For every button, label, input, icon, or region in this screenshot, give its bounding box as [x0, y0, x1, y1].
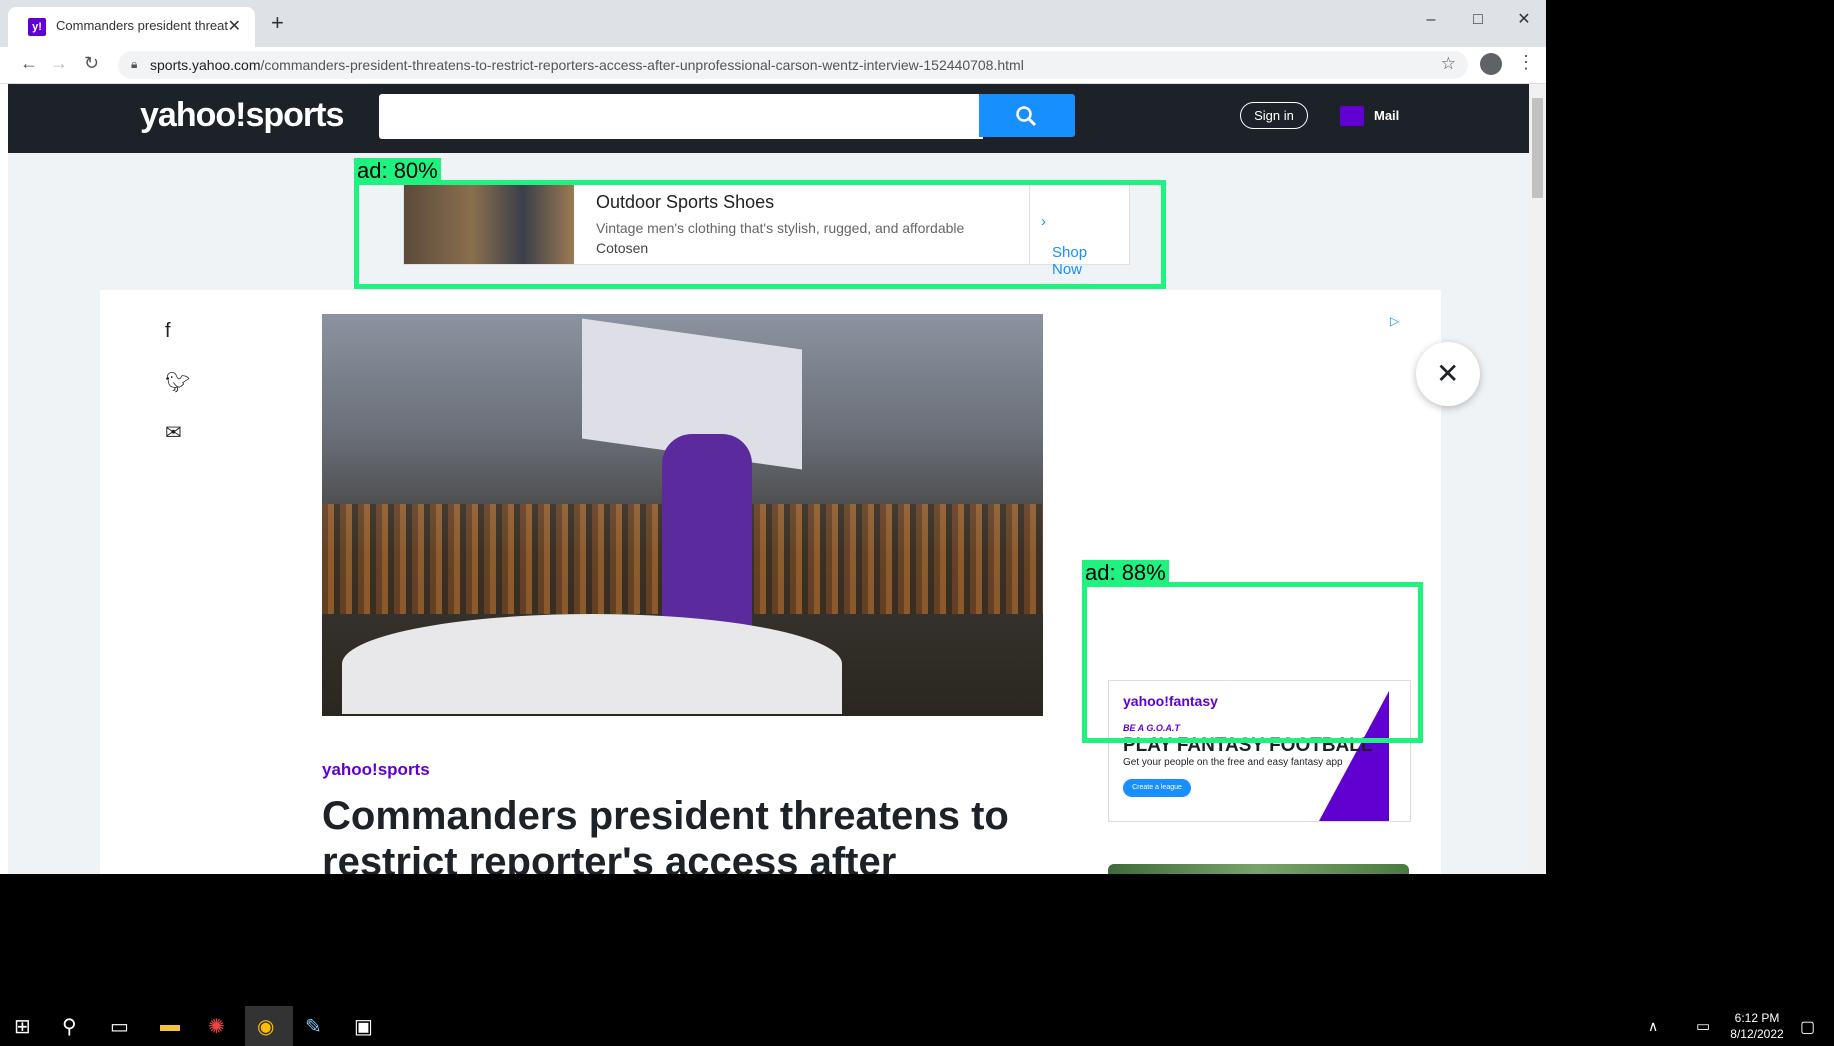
ad-detection-label-top: ad: 80%: [354, 158, 441, 184]
article-headline: Commanders president threatens to restri…: [322, 794, 1009, 874]
tab-strip: y! Commanders president threaten ✕ + – □…: [0, 0, 1546, 47]
site-header: yahoo!sports Sign in Mail: [8, 84, 1529, 153]
windows-start-icon[interactable]: ⊞: [14, 1014, 31, 1039]
twitter-icon[interactable]: 🐦︎: [165, 370, 190, 395]
url-path: /commanders-president-threatens-to-restr…: [260, 57, 1024, 73]
ad-detection-box-side: [1082, 582, 1423, 743]
reload-icon[interactable]: ↻: [84, 53, 99, 74]
page-scrollbar[interactable]: [1529, 84, 1546, 874]
tray-chevron-icon[interactable]: ∧: [1648, 1018, 1658, 1035]
yahoo-favicon-icon: y!: [28, 18, 46, 36]
network-icon[interactable]: ▭: [1696, 1017, 1710, 1035]
back-arrow-icon[interactable]: ←: [20, 53, 38, 74]
mail-envelope-icon[interactable]: [1340, 106, 1364, 126]
tab-close-icon[interactable]: ✕: [228, 16, 241, 36]
article-source-logo[interactable]: yahoo!sports: [322, 760, 430, 780]
taskbar-search-icon[interactable]: ⚲: [62, 1014, 77, 1039]
lock-icon: 🔒︎: [131, 57, 138, 71]
profile-avatar-icon[interactable]: [1480, 53, 1502, 75]
related-video-thumbnail[interactable]: [1108, 864, 1409, 874]
address-bar-row: ← → ↻ 🔒︎ sports.yahoo.com/commanders-pre…: [0, 47, 1546, 84]
adchoices-icon[interactable]: ▷: [1390, 314, 1399, 328]
search-button[interactable]: [979, 94, 1075, 137]
notifications-icon[interactable]: ▢: [1800, 1017, 1815, 1037]
ad-detection-box-top: [354, 180, 1166, 289]
maximize-button[interactable]: □: [1456, 5, 1500, 35]
chrome-icon[interactable]: ◉: [257, 1014, 274, 1039]
url-domain: sports.yahoo.com: [150, 57, 261, 73]
forward-arrow-icon[interactable]: →: [50, 53, 68, 74]
ad-subhead: Get your people on the free and easy fan…: [1123, 757, 1343, 768]
bookmark-star-icon[interactable]: ☆: [1441, 54, 1456, 74]
sign-in-button[interactable]: Sign in: [1240, 102, 1308, 129]
new-tab-button[interactable]: +: [271, 10, 284, 36]
windows-taskbar: ⊞ ⚲ ▭ ▬ ✺ ◉ ✎ ▣ ∧ ▭ 6:12 PM 8/12/2022 ▢: [0, 1006, 1834, 1046]
taskbar-time: 6:12 PM: [1734, 1011, 1780, 1025]
mail-link[interactable]: Mail: [1374, 108, 1399, 123]
close-video-button[interactable]: ✕: [1416, 342, 1480, 406]
video-foreground-scene: [342, 614, 842, 714]
email-share-icon[interactable]: ✉: [165, 420, 182, 445]
taskbar-clock[interactable]: 6:12 PM 8/12/2022: [1722, 1010, 1792, 1042]
tab-title: Commanders president threaten: [56, 18, 228, 33]
window-close-button[interactable]: ✕: [1502, 5, 1546, 35]
app-spider-icon[interactable]: ✺: [208, 1014, 225, 1039]
minimize-button[interactable]: –: [1409, 5, 1453, 35]
taskbar-date: 8/12/2022: [1730, 1027, 1784, 1041]
file-explorer-icon[interactable]: ▬: [160, 1014, 180, 1037]
close-icon: ✕: [1436, 358, 1460, 389]
search-input[interactable]: [379, 94, 983, 139]
yahoo-sports-logo[interactable]: yahoo!sports: [140, 96, 344, 135]
terminal-icon[interactable]: ▣: [354, 1014, 373, 1039]
web-page: yahoo!sports Sign in Mail Outdoor Sports…: [8, 84, 1529, 874]
url-field[interactable]: 🔒︎ sports.yahoo.com/commanders-president…: [118, 51, 1468, 79]
ad-detection-label-side: ad: 88%: [1082, 560, 1169, 586]
search-icon: [1016, 106, 1037, 127]
article-video[interactable]: [322, 314, 1043, 716]
browser-window: y! Commanders president threaten ✕ + – □…: [0, 0, 1546, 874]
task-view-icon[interactable]: ▭: [110, 1014, 129, 1039]
facebook-icon[interactable]: f: [165, 320, 171, 343]
paint-icon[interactable]: ✎: [305, 1014, 322, 1039]
create-league-button[interactable]: Create a league: [1123, 779, 1191, 797]
scrollbar-thumb[interactable]: [1532, 98, 1543, 198]
browser-tab[interactable]: y! Commanders president threaten ✕: [8, 7, 255, 47]
menu-kebab-icon[interactable]: ⋮: [1517, 52, 1535, 73]
video-rider-scene: [662, 434, 752, 634]
